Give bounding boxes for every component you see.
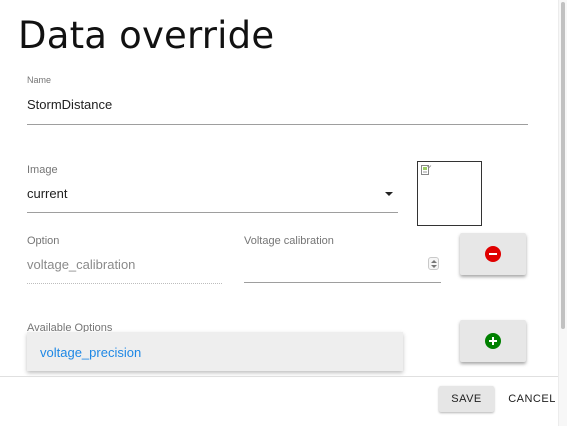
minus-circle-icon — [485, 246, 501, 262]
voltage-calibration-label: Voltage calibration — [244, 235, 334, 247]
scrollbar-thumb[interactable] — [561, 2, 565, 329]
data-override-dialog: Data override Name StormDistance Image c… — [0, 0, 567, 426]
available-options-list[interactable]: voltage_precision — [27, 332, 403, 371]
option-underline — [27, 283, 222, 284]
add-option-button[interactable] — [460, 320, 526, 362]
number-spinner[interactable] — [428, 257, 439, 270]
list-item[interactable]: voltage_precision — [40, 345, 141, 360]
name-label: Name — [27, 75, 52, 85]
name-underline — [27, 124, 528, 125]
option-value: voltage_calibration — [27, 257, 136, 272]
cancel-button[interactable]: CANCEL — [503, 386, 561, 412]
broken-image-icon — [421, 165, 432, 175]
name-input[interactable]: StormDistance — [27, 97, 112, 112]
plus-circle-icon — [485, 333, 501, 349]
image-label: Image — [27, 164, 58, 176]
chevron-down-icon[interactable] — [385, 192, 393, 196]
remove-option-button[interactable] — [460, 233, 526, 275]
image-underline — [27, 212, 398, 213]
image-select[interactable]: current — [27, 186, 67, 201]
footer-divider — [0, 376, 558, 377]
voltage-calibration-underline — [244, 282, 441, 283]
dialog-title: Data override — [18, 14, 275, 57]
option-label: Option — [27, 235, 60, 247]
save-button[interactable]: SAVE — [439, 386, 494, 412]
